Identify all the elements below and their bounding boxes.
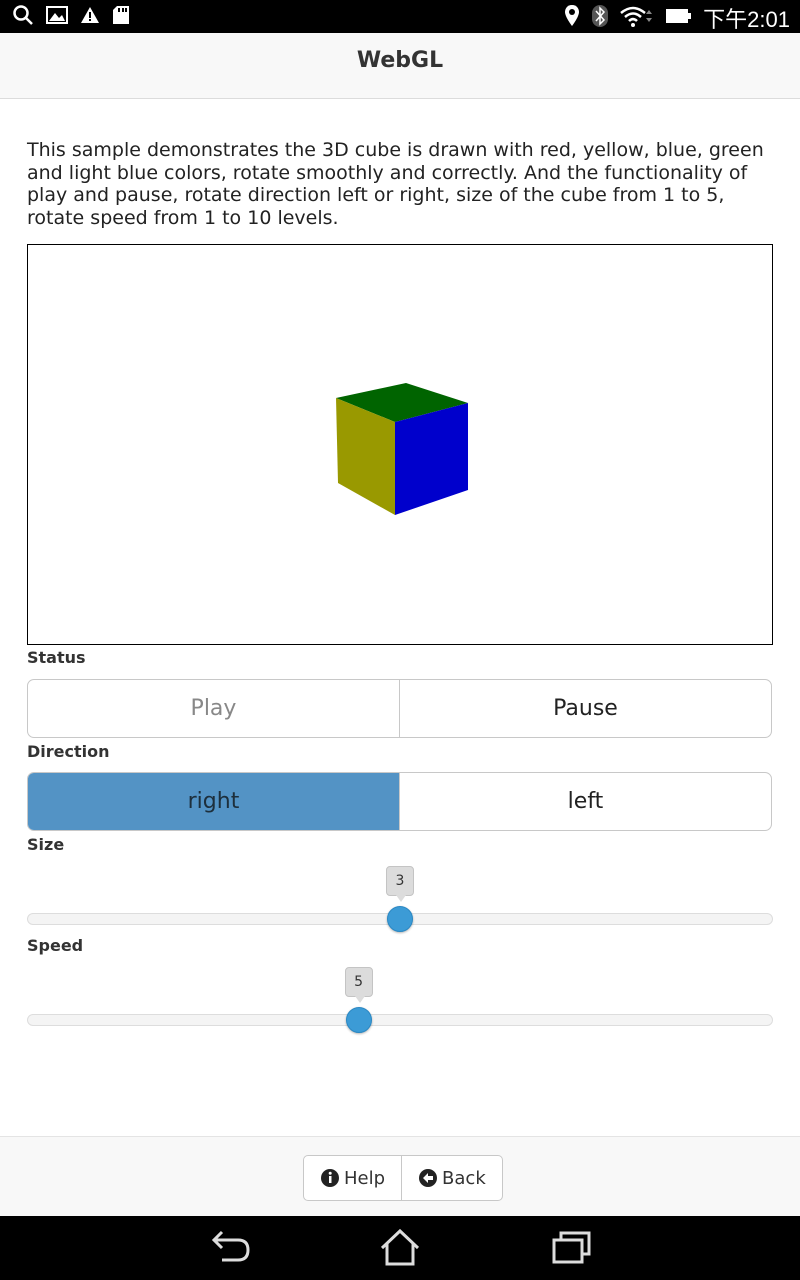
wifi-icon — [619, 4, 655, 32]
info-icon — [321, 1169, 339, 1187]
cube-right-face — [395, 403, 468, 515]
home-icon[interactable] — [378, 1228, 422, 1272]
speed-label: Speed — [27, 936, 84, 955]
arrow-left-circle-icon — [419, 1169, 438, 1187]
back-button-label: Back — [442, 1167, 486, 1189]
size-slider-handle[interactable] — [387, 906, 413, 932]
status-bar-left — [12, 4, 130, 30]
description-text: This sample demonstrates the 3D cube is … — [27, 139, 764, 229]
sd-card-icon — [112, 5, 130, 29]
back-icon[interactable] — [208, 1228, 252, 1272]
speed-slider-track[interactable] — [27, 1014, 773, 1026]
direction-right-button[interactable]: right — [28, 773, 399, 830]
battery-icon — [665, 5, 693, 31]
location-icon — [563, 4, 581, 32]
size-value-tooltip: 3 — [386, 866, 414, 902]
page-footer: Help Back — [0, 1136, 800, 1216]
page-title: WebGL — [356, 48, 444, 73]
status-bar: 下午2:01 — [0, 0, 800, 33]
speed-slider-handle[interactable] — [345, 1007, 372, 1033]
warning-icon — [80, 6, 100, 28]
direction-left-button[interactable]: left — [399, 773, 771, 830]
help-button-label: Help — [344, 1167, 386, 1189]
size-slider[interactable]: 3 — [27, 866, 773, 932]
pause-button[interactable]: Pause — [399, 680, 771, 737]
system-nav-bar — [0, 1216, 800, 1280]
direction-label: Direction — [27, 742, 110, 761]
clock: 下午2:01 — [703, 7, 790, 32]
speed-value-tooltip: 5 — [344, 967, 373, 1003]
help-button[interactable]: Help — [304, 1156, 401, 1200]
search-icon — [12, 4, 34, 30]
back-button[interactable]: Back — [401, 1156, 502, 1200]
footer-button-group: Help Back — [303, 1155, 503, 1201]
direction-control: right left — [27, 772, 772, 831]
main-content: This sample demonstrates the 3D cube is … — [27, 99, 773, 1033]
cube-graphic — [336, 383, 468, 515]
status-bar-right: 下午2:01 — [563, 2, 790, 34]
play-button[interactable]: Play — [28, 680, 399, 737]
bluetooth-icon — [591, 4, 609, 32]
recent-apps-icon[interactable] — [550, 1228, 594, 1272]
status-label: Status — [27, 648, 86, 667]
size-label: Size — [27, 835, 65, 854]
status-control: Play Pause — [27, 679, 772, 738]
image-icon — [46, 5, 68, 29]
speed-slider[interactable]: 5 — [27, 967, 773, 1033]
webgl-canvas[interactable] — [27, 244, 773, 645]
page-header: WebGL — [0, 33, 800, 99]
